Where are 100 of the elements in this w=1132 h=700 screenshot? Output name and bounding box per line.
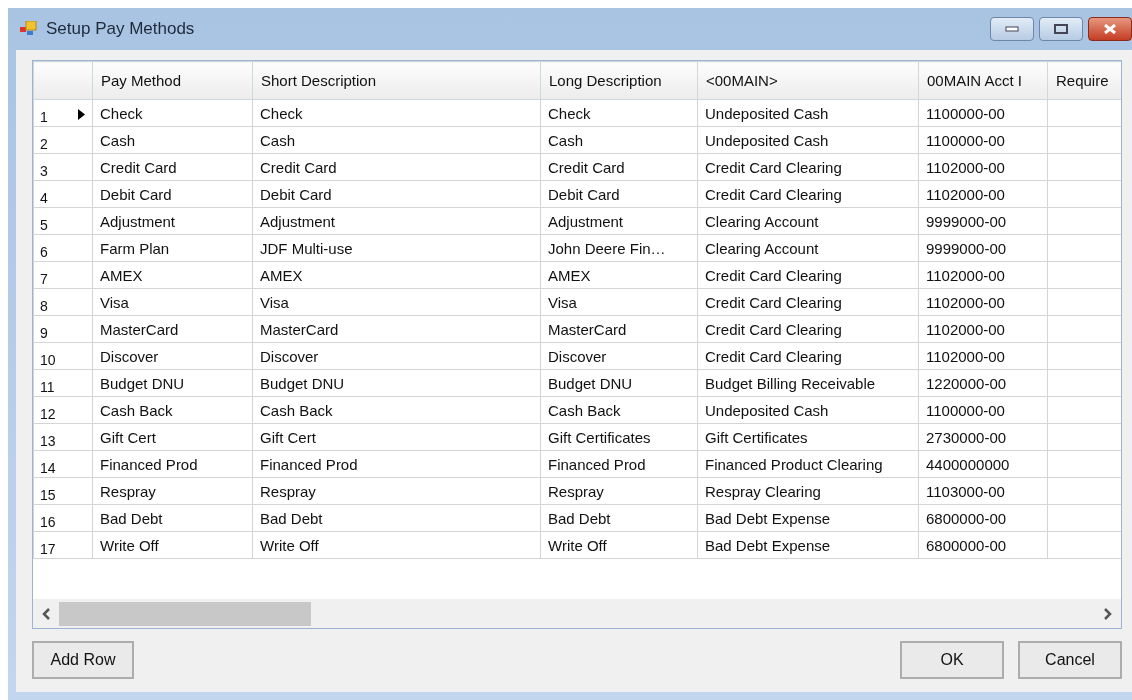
table-cell: 1100000-00 [918,99,1048,127]
column-header[interactable]: Long Description [540,61,698,100]
table-cell: MasterCard [92,315,253,343]
table-cell: Undeposited Cash [697,396,919,424]
row-header[interactable]: 4 [33,180,93,208]
table-cell: MasterCard [540,315,698,343]
table-cell: Respray [540,477,698,505]
row-header[interactable]: 10 [33,342,93,370]
current-row-icon [78,109,85,120]
column-header[interactable]: Short Description [252,61,541,100]
row-header[interactable]: 6 [33,234,93,262]
table-cell: 1102000-00 [918,153,1048,181]
column-header[interactable]: <00MAIN> [697,61,919,100]
row-header[interactable]: 2 [33,126,93,154]
row-header[interactable]: 8 [33,288,93,316]
table-cell: Bad Debt Expense [697,531,919,559]
row-header[interactable]: 14 [33,450,93,478]
table-cell: Discover [252,342,541,370]
row-header[interactable]: 17 [33,531,93,559]
table-cell: Budget Billing Receivable [697,369,919,397]
row-header[interactable]: 1 [33,99,93,127]
cancel-button[interactable]: Cancel [1018,641,1122,679]
maximize-button[interactable] [1039,17,1083,41]
table-cell: 6800000-00 [918,504,1048,532]
table-cell: Gift Certificates [540,423,698,451]
table-cell: Financed Prod [92,450,253,478]
row-header[interactable]: 9 [33,315,93,343]
table-cell: Bad Debt Expense [697,504,919,532]
table-cell: Farm Plan [92,234,253,262]
table-cell: Financed Prod [540,450,698,478]
row-header[interactable]: 7 [33,261,93,289]
table-cell: Check [540,99,698,127]
table-cell: Financed Product Clearing [697,450,919,478]
table-cell: 1100000-00 [918,396,1048,424]
table-cell: Budget DNU [540,369,698,397]
table-cell: 1103000-00 [918,477,1048,505]
table-cell: Cash [92,126,253,154]
table-cell: Credit Card [252,153,541,181]
table-cell: 1102000-00 [918,315,1048,343]
table-cell: Undeposited Cash [697,99,919,127]
column-header[interactable]: Require [1047,61,1121,100]
table-cell: Visa [540,288,698,316]
table-cell: Discover [540,342,698,370]
table-cell: Gift Cert [92,423,253,451]
table-cell: Budget DNU [92,369,253,397]
app-icon [20,21,38,37]
table-cell: Credit Card Clearing [697,315,919,343]
row-header[interactable]: 13 [33,423,93,451]
table-cell: Cash [252,126,541,154]
table-cell: Check [252,99,541,127]
table-cell: Bad Debt [252,504,541,532]
close-button[interactable] [1088,17,1132,41]
row-header[interactable]: 5 [33,207,93,235]
table-cell: Financed Prod [252,450,541,478]
scroll-right-icon[interactable] [1103,607,1113,620]
scroll-left-icon[interactable] [41,607,51,620]
table-cell: 4400000000 [918,450,1048,478]
table-cell: AMEX [540,261,698,289]
table-cell: John Deere Fin… [540,234,698,262]
table-cell: Credit Card [540,153,698,181]
table-cell: Cash Back [540,396,698,424]
minimize-button[interactable] [990,17,1034,41]
column-header[interactable]: Pay Method [92,61,253,100]
table-cell: AMEX [92,261,253,289]
table-cell: 1220000-00 [918,369,1048,397]
table-cell: Debit Card [540,180,698,208]
table-cell: 1102000-00 [918,180,1048,208]
table-cell: Debit Card [252,180,541,208]
table-cell: Respray [252,477,541,505]
row-header[interactable]: 11 [33,369,93,397]
table-cell: 1100000-00 [918,126,1048,154]
add-row-button[interactable]: Add Row [32,641,134,679]
table-cell: Credit Card Clearing [697,180,919,208]
table-cell: Visa [92,288,253,316]
ok-button[interactable]: OK [900,641,1004,679]
table-cell: 9999000-00 [918,207,1048,235]
window-title: Setup Pay Methods [46,19,195,39]
table-cell: Bad Debt [540,504,698,532]
row-header[interactable]: 3 [33,153,93,181]
table-cell: 1102000-00 [918,288,1048,316]
table-cell: Visa [252,288,541,316]
table-cell: AMEX [252,261,541,289]
table-cell: Gift Cert [252,423,541,451]
scrollbar-thumb[interactable] [59,601,311,626]
table-cell: Write Off [252,531,541,559]
table-cell: 1102000-00 [918,342,1048,370]
table-cell: Credit Card Clearing [697,261,919,289]
table-cell: Credit Card Clearing [697,153,919,181]
row-header[interactable]: 15 [33,477,93,505]
table-cell: Credit Card Clearing [697,342,919,370]
column-header[interactable]: 00MAIN Acct I [918,61,1048,100]
row-header[interactable]: 16 [33,504,93,532]
horizontal-scrollbar[interactable] [33,599,1121,628]
maximize-icon [1054,24,1068,34]
table-cell: Cash Back [252,396,541,424]
row-header[interactable]: 12 [33,396,93,424]
table-cell: Gift Certificates [697,423,919,451]
table-cell: Credit Card Clearing [697,288,919,316]
table-cell: JDF Multi-use [252,234,541,262]
table-cell: Adjustment [92,207,253,235]
